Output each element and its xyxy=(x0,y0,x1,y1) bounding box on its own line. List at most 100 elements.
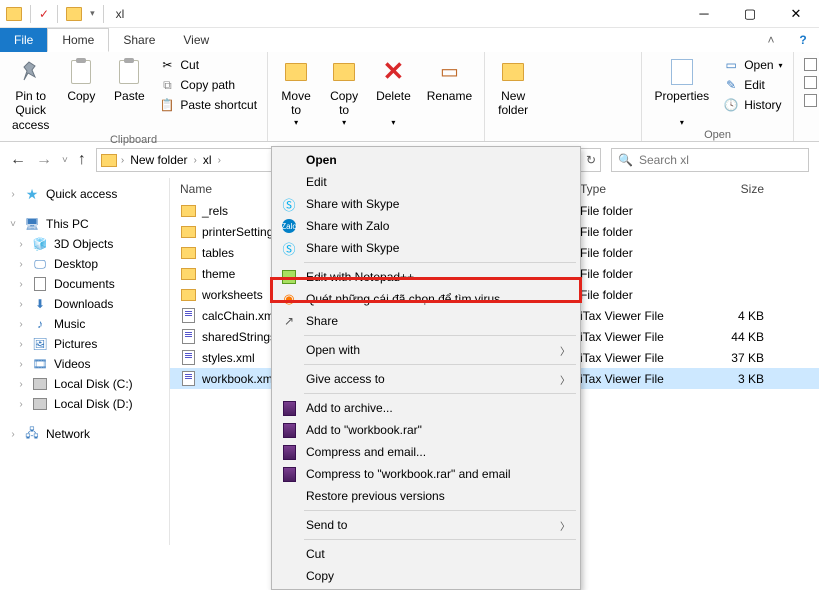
cut-button[interactable]: ✂Cut xyxy=(155,56,261,74)
sidebar-item-disk-c[interactable]: ›Local Disk (C:) xyxy=(0,374,169,394)
rename-button[interactable]: ▭ Rename xyxy=(421,54,478,103)
chevron-right-icon: 〉 xyxy=(560,343,570,358)
file-size: 37 KB xyxy=(700,351,780,365)
ctx-share-skype[interactable]: ⓈShare with Skype xyxy=(274,193,578,215)
file-size: 4 KB xyxy=(700,309,780,323)
paste-shortcut-button[interactable]: 📋Paste shortcut xyxy=(155,96,261,114)
edit-button[interactable]: ✎Edit xyxy=(719,76,786,94)
notepadpp-icon xyxy=(278,268,300,286)
invert-selection-icon xyxy=(804,94,817,107)
recent-locations-button[interactable]: ˅ xyxy=(62,155,68,166)
winrar-icon xyxy=(278,421,300,439)
qat-checkbox-icon[interactable]: ✓ xyxy=(39,7,49,21)
ctx-edit[interactable]: Edit xyxy=(274,171,578,193)
new-folder-icon xyxy=(499,58,527,86)
move-to-button[interactable]: Move to▾ xyxy=(274,54,318,127)
ribbon-expand-button[interactable]: ˄ xyxy=(755,28,787,52)
refresh-button[interactable]: ↻ xyxy=(586,153,596,167)
ctx-compress-email[interactable]: Compress and email... xyxy=(274,441,578,463)
ctx-cut[interactable]: Cut xyxy=(274,543,578,565)
copy-path-button[interactable]: ⧉Copy path xyxy=(155,76,261,94)
history-button[interactable]: 🕓History xyxy=(719,96,786,114)
sidebar-item-music[interactable]: ›♪Music xyxy=(0,314,169,334)
copy-to-button[interactable]: Copy to▾ xyxy=(322,54,366,127)
sidebar-item-quick-access[interactable]: ›★Quick access xyxy=(0,184,169,204)
tab-view[interactable]: View xyxy=(169,28,223,52)
ctx-add-to-workbook-rar[interactable]: Add to "workbook.rar" xyxy=(274,419,578,441)
ctx-add-to-archive[interactable]: Add to archive... xyxy=(274,397,578,419)
ctx-share-zalo[interactable]: ZaloShare with Zalo xyxy=(274,215,578,237)
properties-button[interactable]: Properties▾ xyxy=(648,54,715,127)
chevron-right-icon[interactable]: › xyxy=(194,155,197,166)
sidebar-item-3d-objects[interactable]: ›🧊3D Objects xyxy=(0,234,169,254)
forward-button[interactable]: → xyxy=(36,151,52,169)
sidebar-item-network[interactable]: ›🖧Network xyxy=(0,424,169,444)
ribbon-group-new: New folder New item Easy access New xyxy=(485,52,642,141)
xml-file-icon xyxy=(180,371,196,387)
sidebar-item-pictures[interactable]: ›🖼Pictures xyxy=(0,334,169,354)
network-icon: 🖧 xyxy=(24,427,40,441)
skype-icon: Ⓢ xyxy=(278,239,300,257)
tab-home[interactable]: Home xyxy=(47,28,109,52)
copy-to-icon xyxy=(330,58,358,86)
ctx-share-skype-2[interactable]: ⓈShare with Skype xyxy=(274,237,578,259)
delete-button[interactable]: ✕ Delete▾ xyxy=(370,54,417,127)
new-folder-button[interactable]: New folder xyxy=(491,54,535,118)
column-header-size[interactable]: Size xyxy=(700,182,780,196)
select-all-icon xyxy=(804,58,817,71)
ctx-give-access-to[interactable]: Give access to〉 xyxy=(274,368,578,390)
column-header-type[interactable]: Type xyxy=(580,182,700,196)
chevron-right-icon[interactable]: › xyxy=(121,155,124,166)
ribbon: Pin to Quick access Copy Paste ✂Cut ⧉Cop… xyxy=(0,52,819,142)
ctx-share[interactable]: ↗Share xyxy=(274,310,578,332)
invert-selection-button[interactable]: Invert selection xyxy=(800,92,819,108)
ribbon-group-clipboard: Pin to Quick access Copy Paste ✂Cut ⧉Cop… xyxy=(0,52,268,141)
ctx-send-to[interactable]: Send to〉 xyxy=(274,514,578,536)
file-type: File folder xyxy=(580,225,700,239)
back-button[interactable]: ← xyxy=(10,151,26,169)
ribbon-group-select: Select all Select none Invert selection … xyxy=(794,52,819,141)
ribbon-tabs: File Home Share View ˄ ? xyxy=(0,28,819,52)
sidebar-item-disk-d[interactable]: ›Local Disk (D:) xyxy=(0,394,169,414)
ctx-scan-virus[interactable]: ◉Quét những cái đã chọn để tìm virus xyxy=(274,288,578,310)
copy-button[interactable]: Copy xyxy=(59,54,103,103)
context-menu: Open Edit ⓈShare with Skype ZaloShare wi… xyxy=(271,146,581,590)
ctx-edit-notepadpp[interactable]: Edit with Notepad++ xyxy=(274,266,578,288)
copy-icon xyxy=(67,58,95,86)
sidebar-item-documents[interactable]: ›Documents xyxy=(0,274,169,294)
ctx-compress-rar-email[interactable]: Compress to "workbook.rar" and email xyxy=(274,463,578,485)
breadcrumb-segment[interactable]: New folder xyxy=(128,153,189,167)
file-name: theme xyxy=(202,267,235,281)
file-type: iTax Viewer File xyxy=(580,309,700,323)
qat-dropdown-icon[interactable]: ▾ xyxy=(90,8,95,19)
sidebar-item-videos[interactable]: ›🎞Videos xyxy=(0,354,169,374)
folder-icon xyxy=(180,287,196,303)
open-button[interactable]: ▭Open ▾ xyxy=(719,56,786,74)
breadcrumb-segment[interactable]: xl xyxy=(201,153,214,167)
close-button[interactable]: ✕ xyxy=(773,0,819,28)
star-icon: ★ xyxy=(24,187,40,201)
file-type: iTax Viewer File xyxy=(580,330,700,344)
minimize-button[interactable]: ─ xyxy=(681,0,727,28)
ctx-open[interactable]: Open xyxy=(274,149,578,171)
tab-share[interactable]: Share xyxy=(109,28,169,52)
chevron-right-icon[interactable]: › xyxy=(218,155,221,166)
tab-file[interactable]: File xyxy=(0,28,47,52)
group-label-select: Select xyxy=(800,125,819,141)
xml-file-icon xyxy=(180,350,196,366)
select-none-button[interactable]: Select none xyxy=(800,74,819,90)
help-button[interactable]: ? xyxy=(787,28,819,52)
up-button[interactable]: ↑ xyxy=(78,151,86,169)
paste-button[interactable]: Paste xyxy=(107,54,151,103)
ctx-restore-versions[interactable]: Restore previous versions xyxy=(274,485,578,507)
ctx-open-with[interactable]: Open with〉 xyxy=(274,339,578,361)
maximize-button[interactable]: ▢ xyxy=(727,0,773,28)
pictures-icon: 🖼 xyxy=(32,337,48,351)
sidebar-item-downloads[interactable]: ›⬇Downloads xyxy=(0,294,169,314)
ctx-copy[interactable]: Copy xyxy=(274,565,578,587)
sidebar-item-this-pc[interactable]: ˅🖥This PC xyxy=(0,214,169,234)
select-all-button[interactable]: Select all xyxy=(800,56,819,72)
sidebar-item-desktop[interactable]: ›🖵Desktop xyxy=(0,254,169,274)
search-box[interactable]: 🔍 Search xl xyxy=(611,148,809,172)
pin-to-quick-access-button[interactable]: Pin to Quick access xyxy=(6,54,55,132)
